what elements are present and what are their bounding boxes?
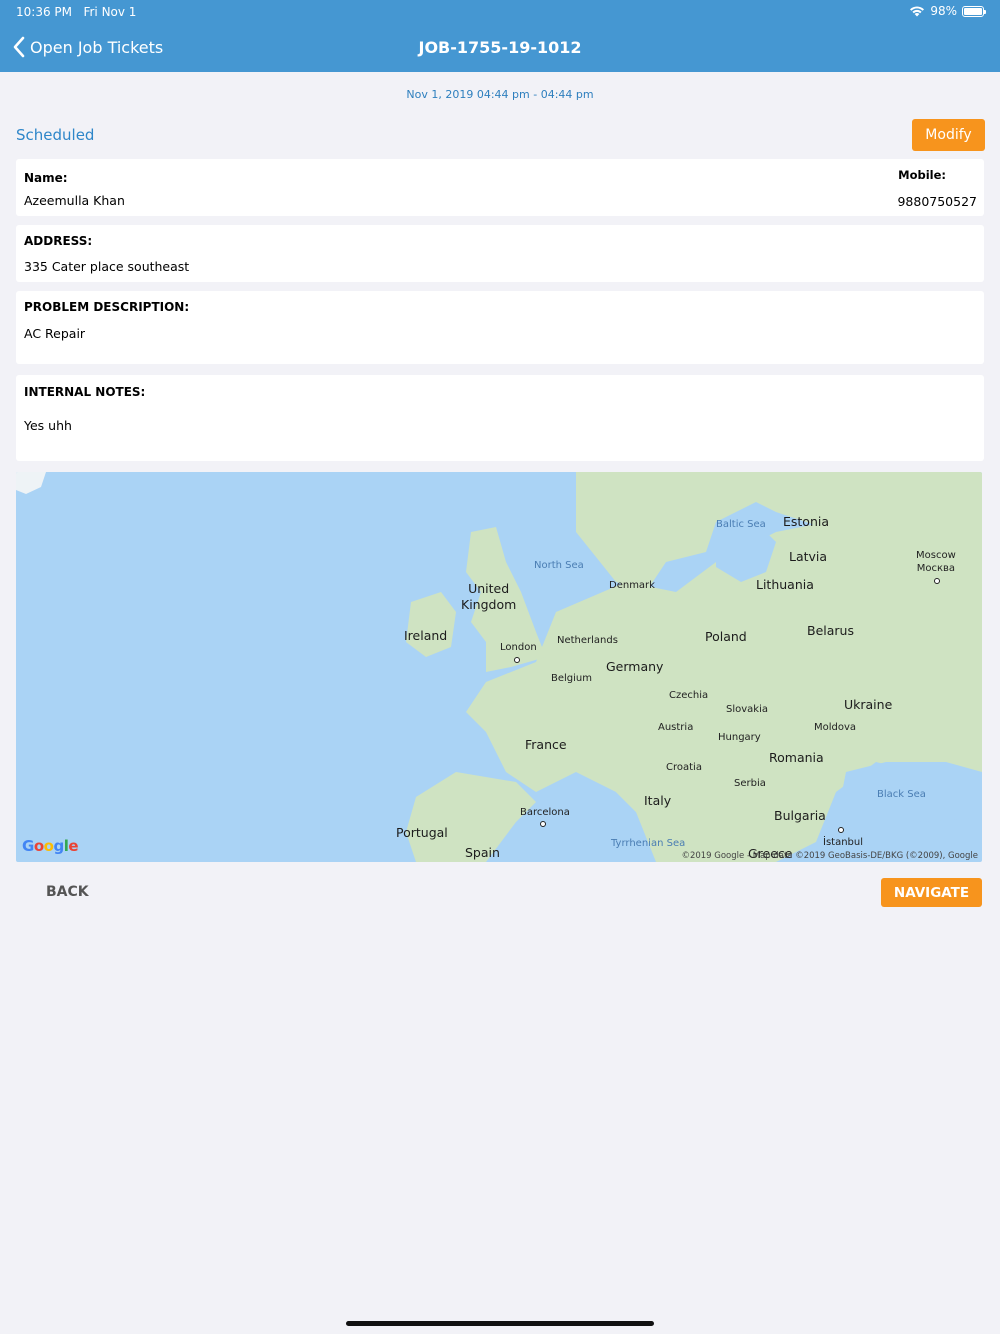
map-label-netherlands: Netherlands (557, 635, 618, 646)
map-label-istanbul: İstanbul (823, 837, 864, 848)
map-label-lithuania: Lithuania (756, 577, 814, 592)
map-label-spain: Spain (465, 845, 500, 860)
map-label-estonia: Estonia (783, 514, 830, 529)
map-label-serbia: Serbia (734, 778, 766, 789)
wifi-icon (910, 6, 925, 17)
map-label-black-sea: Black Sea (877, 789, 926, 800)
map-label-france: France (525, 737, 567, 752)
job-status: Scheduled (16, 126, 95, 144)
map-label-germany: Germany (606, 659, 664, 674)
map-label-ukraine: Ukraine (844, 697, 893, 712)
notes-card: INTERNAL NOTES: Yes uhh (16, 375, 984, 461)
home-indicator[interactable] (346, 1321, 654, 1326)
map-land-shapes (16, 472, 982, 862)
battery-percent: 98% (930, 4, 957, 18)
map-pin-london (514, 657, 520, 663)
map-label-italy: Italy (644, 793, 672, 808)
battery-icon (962, 5, 986, 17)
problem-value: AC Repair (24, 326, 86, 341)
map-pin-istanbul (838, 827, 844, 833)
navigate-button[interactable]: NAVIGATE (881, 878, 982, 907)
customer-name: Azeemulla Khan (24, 193, 125, 208)
status-time: 10:36 PM Fri Nov 1 (16, 5, 137, 19)
problem-card: PROBLEM DESCRIPTION: AC Repair (16, 291, 984, 364)
problem-label: PROBLEM DESCRIPTION: (24, 300, 190, 314)
map-pin-moscow (934, 578, 940, 584)
address-value: 335 Cater place southeast (24, 259, 190, 274)
map-label-bulgaria: Bulgaria (774, 808, 826, 823)
notes-label: INTERNAL NOTES: (24, 385, 146, 399)
map-label-austria: Austria (658, 722, 694, 733)
map-label-romania: Romania (769, 750, 824, 765)
map-label-denmark: Denmark (609, 580, 655, 591)
map-label-ireland: Ireland (404, 628, 448, 643)
name-label: Name: (24, 171, 68, 185)
notes-value: Yes uhh (24, 418, 72, 433)
map-label-tyrrhenian-sea: Tyrrhenian Sea (611, 838, 686, 849)
back-button[interactable]: BACK (40, 882, 95, 902)
status-indicators: 98% (909, 4, 986, 18)
customer-card: Name: Azeemulla Khan Mobile: 9880750527 (16, 159, 984, 216)
map-label-croatia: Croatia (666, 762, 702, 773)
map-label-latvia: Latvia (789, 549, 828, 564)
map-label-baltic-sea: Baltic Sea (716, 519, 766, 530)
map-label-hungary: Hungary (718, 732, 761, 743)
map-label-moscow: Moscow Москва (916, 550, 956, 574)
map-label-poland: Poland (705, 629, 747, 644)
map-label-moldova: Moldova (814, 722, 857, 733)
map-label-portugal: Portugal (396, 825, 448, 840)
mobile-label: Mobile: (898, 168, 946, 182)
google-logo: Google (22, 837, 79, 855)
customer-mobile[interactable]: 9880750527 (897, 194, 977, 209)
map-attribution[interactable]: ©2019 Google - Map data ©2019 GeoBasis-D… (681, 851, 978, 861)
page-title: JOB-1755-19-1012 (418, 38, 582, 57)
map-label-barcelona: Barcelona (520, 807, 570, 818)
job-datetime: Nov 1, 2019 04:44 pm - 04:44 pm (406, 88, 594, 101)
map-label-slovakia: Slovakia (726, 704, 768, 715)
modify-button[interactable]: Modify (912, 119, 985, 151)
map-label-belarus: Belarus (807, 623, 854, 638)
location-map[interactable]: Estonia Latvia Lithuania Moscow Москва B… (16, 472, 982, 862)
map-label-uk: United Kingdom (461, 581, 517, 612)
map-label-london: London (500, 642, 537, 653)
map-label-czechia: Czechia (669, 690, 709, 701)
map-label-belgium: Belgium (551, 673, 592, 684)
address-card: ADDRESS: 335 Cater place southeast (16, 225, 984, 282)
nav-header: 10:36 PM Fri Nov 1 98% Open Job Tickets … (0, 0, 1000, 72)
map-pin-barcelona (540, 821, 546, 827)
address-label: ADDRESS: (24, 234, 93, 248)
map-label-north-sea: North Sea (534, 560, 584, 571)
